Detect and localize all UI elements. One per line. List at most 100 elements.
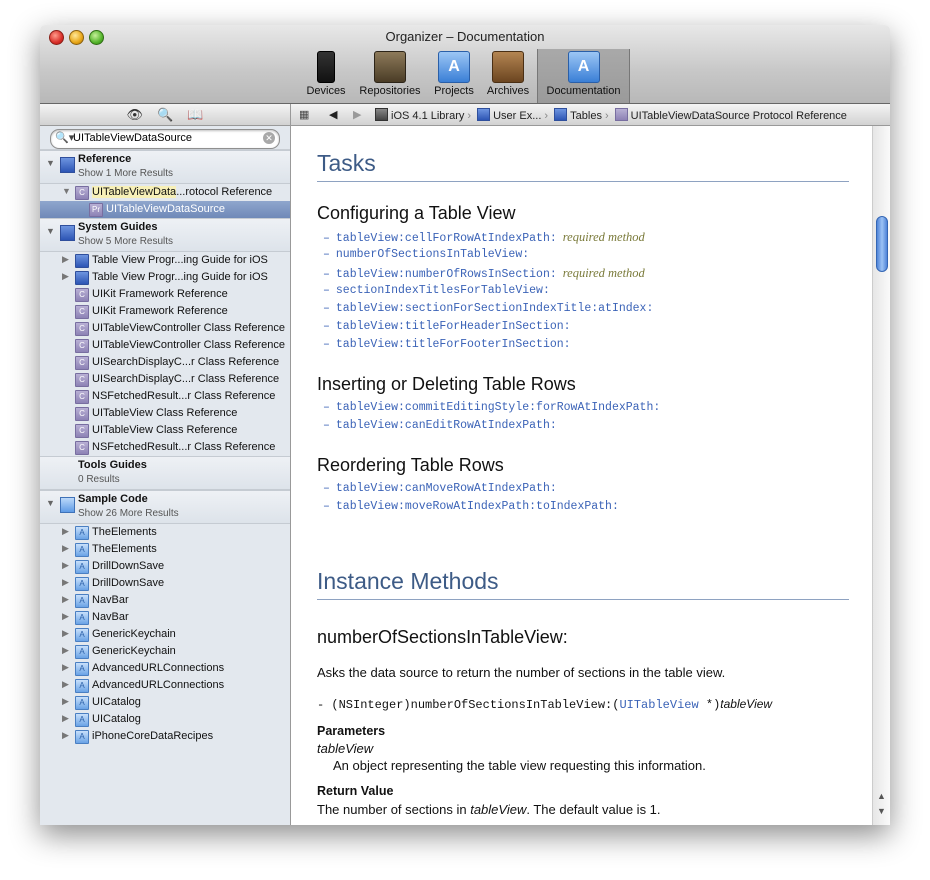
disclosure-closed-icon[interactable]: ▶ — [62, 543, 69, 554]
group-results-link[interactable]: Show 5 More Results — [78, 236, 173, 247]
scrollbar-thumb[interactable] — [876, 216, 888, 272]
task-link[interactable]: – tableView:commitEditingStyle:forRowAtIn… — [323, 401, 660, 414]
list-item[interactable]: ▶ A UICatalog — [40, 694, 290, 711]
list-item[interactable]: ▶ A GenericKeychain — [40, 626, 290, 643]
disclosure-open-icon[interactable]: ▼ — [46, 226, 55, 236]
explore-icon[interactable]: 👁 — [127, 107, 144, 123]
list-item[interactable]: ▶ AiPhoneCoreDataRecipes — [40, 728, 290, 745]
group-results-link[interactable]: Show 1 More Results — [78, 168, 173, 179]
list-item[interactable]: ▶ A DrillDownSave — [40, 575, 290, 592]
list-item[interactable]: C NSFetchedResult...r Class Reference — [40, 439, 290, 456]
list-item[interactable]: ▶ A UICatalog — [40, 711, 290, 728]
toolbar-repositories-button[interactable]: Repositories — [354, 49, 426, 103]
list-item[interactable]: ▶ Table View Progr...ing Guide for iOS — [40, 252, 290, 269]
toolbar-devices-button[interactable]: Devices — [302, 49, 350, 103]
disclosure-closed-icon[interactable]: ▶ — [62, 713, 69, 724]
search-input[interactable] — [73, 131, 263, 145]
list-item[interactable]: C UITableView Class Reference — [40, 422, 290, 439]
task-link[interactable]: – tableView:titleForHeaderInSection: — [323, 320, 571, 333]
row-label: TheElements — [92, 526, 157, 538]
task-link[interactable]: – tableView:cellForRowAtIndexPath: require… — [323, 230, 645, 245]
row-label: iPhoneCoreDataRecipes — [92, 730, 214, 742]
back-arrow-icon[interactable]: ◀ — [329, 108, 337, 121]
task-name: tableView:titleForHeaderInSection: — [335, 320, 571, 333]
disclosure-closed-icon[interactable]: ▶ — [62, 271, 69, 282]
required-note: required method — [562, 230, 645, 244]
scroll-down-arrow-icon[interactable]: ▼ — [877, 806, 886, 816]
vertical-scrollbar[interactable]: ▲ ▼ — [872, 126, 890, 825]
disclosure-closed-icon[interactable]: ▶ — [62, 560, 69, 571]
disclosure-open-icon[interactable]: ▼ — [46, 498, 55, 508]
list-item[interactable]: C UIKit Framework Reference — [40, 286, 290, 303]
disclosure-closed-icon[interactable]: ▶ — [62, 679, 69, 690]
list-item[interactable]: C UISearchDisplayC...r Class Reference — [40, 354, 290, 371]
task-link[interactable]: – tableView:numberOfRowsInSection: require… — [323, 266, 645, 281]
disclosure-closed-icon[interactable]: ▶ — [62, 662, 69, 673]
task-link[interactable]: – tableView:titleForFooterInSection: — [323, 338, 571, 351]
toolbar-documentation-button[interactable]: A Documentation — [537, 49, 630, 103]
match-highlight: UITableViewData — [92, 186, 177, 198]
group-sample-code[interactable]: ▼ Sample Code Show 26 More Results — [40, 490, 290, 524]
group-tools-guides[interactable]: Tools Guides 0 Results — [40, 456, 290, 490]
search-icon: 🔍▾ — [55, 132, 75, 144]
list-item[interactable]: C UITableViewController Class Reference — [40, 320, 290, 337]
breadcrumb-user-experience[interactable]: User Ex... — [477, 108, 541, 122]
forward-arrow-icon[interactable]: ▶ — [353, 108, 361, 121]
disclosure-closed-icon[interactable]: ▶ — [62, 730, 69, 741]
list-item-selected[interactable]: Pr UITableViewDataSource — [40, 201, 290, 218]
breadcrumb-protocol-reference[interactable]: UITableViewDataSource Protocol Reference — [614, 108, 847, 122]
disclosure-closed-icon[interactable]: ▶ — [62, 526, 69, 537]
list-item[interactable]: ▶ A AdvancedURLConnections — [40, 677, 290, 694]
row-label: NavBar — [92, 594, 129, 606]
scroll-up-arrow-icon[interactable]: ▲ — [877, 791, 886, 801]
list-item[interactable]: ▶ A GenericKeychain — [40, 643, 290, 660]
list-item[interactable]: ▶ A TheElements — [40, 524, 290, 541]
disclosure-closed-icon[interactable]: ▶ — [62, 611, 69, 622]
disclosure-closed-icon[interactable]: ▶ — [62, 577, 69, 588]
disclosure-closed-icon[interactable]: ▶ — [62, 628, 69, 639]
disclosure-closed-icon[interactable]: ▶ — [62, 696, 69, 707]
breadcrumb-tables[interactable]: Tables — [554, 108, 602, 122]
list-item[interactable]: C UIKit Framework Reference — [40, 303, 290, 320]
grid-icon[interactable]: ▦ — [299, 108, 309, 121]
toolbar-projects-button[interactable]: A Projects — [430, 49, 478, 103]
list-item[interactable]: ▶ Table View Progr...ing Guide for iOS — [40, 269, 290, 286]
breadcrumb: iOS 4.1 Library › User Ex... › Tables › UIT… — [375, 108, 847, 122]
list-item[interactable]: ▶ A NavBar — [40, 592, 290, 609]
clear-search-icon[interactable]: ✕ — [263, 132, 275, 144]
list-item[interactable]: ▶ A TheElements — [40, 541, 290, 558]
group-system-guides[interactable]: ▼ System Guides Show 5 More Results — [40, 218, 290, 252]
breadcrumb-library[interactable]: iOS 4.1 Library — [375, 108, 464, 122]
disclosure-open-icon[interactable]: ▼ — [46, 158, 55, 168]
list-item[interactable]: C UISearchDisplayC...r Class Reference — [40, 371, 290, 388]
search-tab-icon[interactable]: 🔍 — [157, 107, 173, 123]
task-link[interactable]: – tableView:canMoveRowAtIndexPath: — [323, 482, 557, 495]
list-item[interactable]: C UITableView Class Reference — [40, 405, 290, 422]
toolbar-label: Devices — [306, 85, 346, 97]
decl-arg: tableView — [720, 697, 773, 711]
list-item[interactable]: C NSFetchedResult...r Class Reference — [40, 388, 290, 405]
disclosure-closed-icon[interactable]: ▶ — [62, 594, 69, 605]
type-link[interactable]: UITableView — [619, 698, 698, 712]
list-item[interactable]: C UITableViewController Class Reference — [40, 337, 290, 354]
disclosure-closed-icon[interactable]: ▶ — [62, 254, 69, 265]
task-link[interactable]: – tableView:moveRowAtIndexPath:toIndexPat… — [323, 500, 619, 513]
list-item[interactable]: ▶ A NavBar — [40, 609, 290, 626]
row-label: DrillDownSave — [92, 577, 165, 589]
task-link[interactable]: – numberOfSectionsInTableView: — [323, 248, 529, 261]
list-item[interactable]: ▼ C UITableViewData...rotocol Reference — [40, 184, 290, 201]
list-item[interactable]: ▶ A DrillDownSave — [40, 558, 290, 575]
group-name: System Guides — [78, 221, 158, 233]
task-link[interactable]: – tableView:sectionForSectionIndexTitle:a… — [323, 302, 653, 315]
disclosure-closed-icon[interactable]: ▶ — [62, 645, 69, 656]
task-link[interactable]: – tableView:canEditRowAtIndexPath: — [323, 419, 557, 432]
toolbar-archives-button[interactable]: Archives — [482, 49, 534, 103]
bookmarks-icon[interactable]: 📖 — [187, 107, 203, 123]
search-field[interactable]: 🔍▾ ✕ — [50, 129, 280, 149]
task-link[interactable]: – sectionIndexTitlesForTableView: — [323, 284, 550, 297]
group-reference[interactable]: ▼ Reference Show 1 More Results — [40, 150, 290, 184]
group-results-link[interactable]: Show 26 More Results — [78, 508, 179, 519]
instance-methods-heading: Instance Methods — [317, 568, 499, 594]
list-item[interactable]: ▶ A AdvancedURLConnections — [40, 660, 290, 677]
disclosure-open-icon[interactable]: ▼ — [62, 186, 71, 196]
